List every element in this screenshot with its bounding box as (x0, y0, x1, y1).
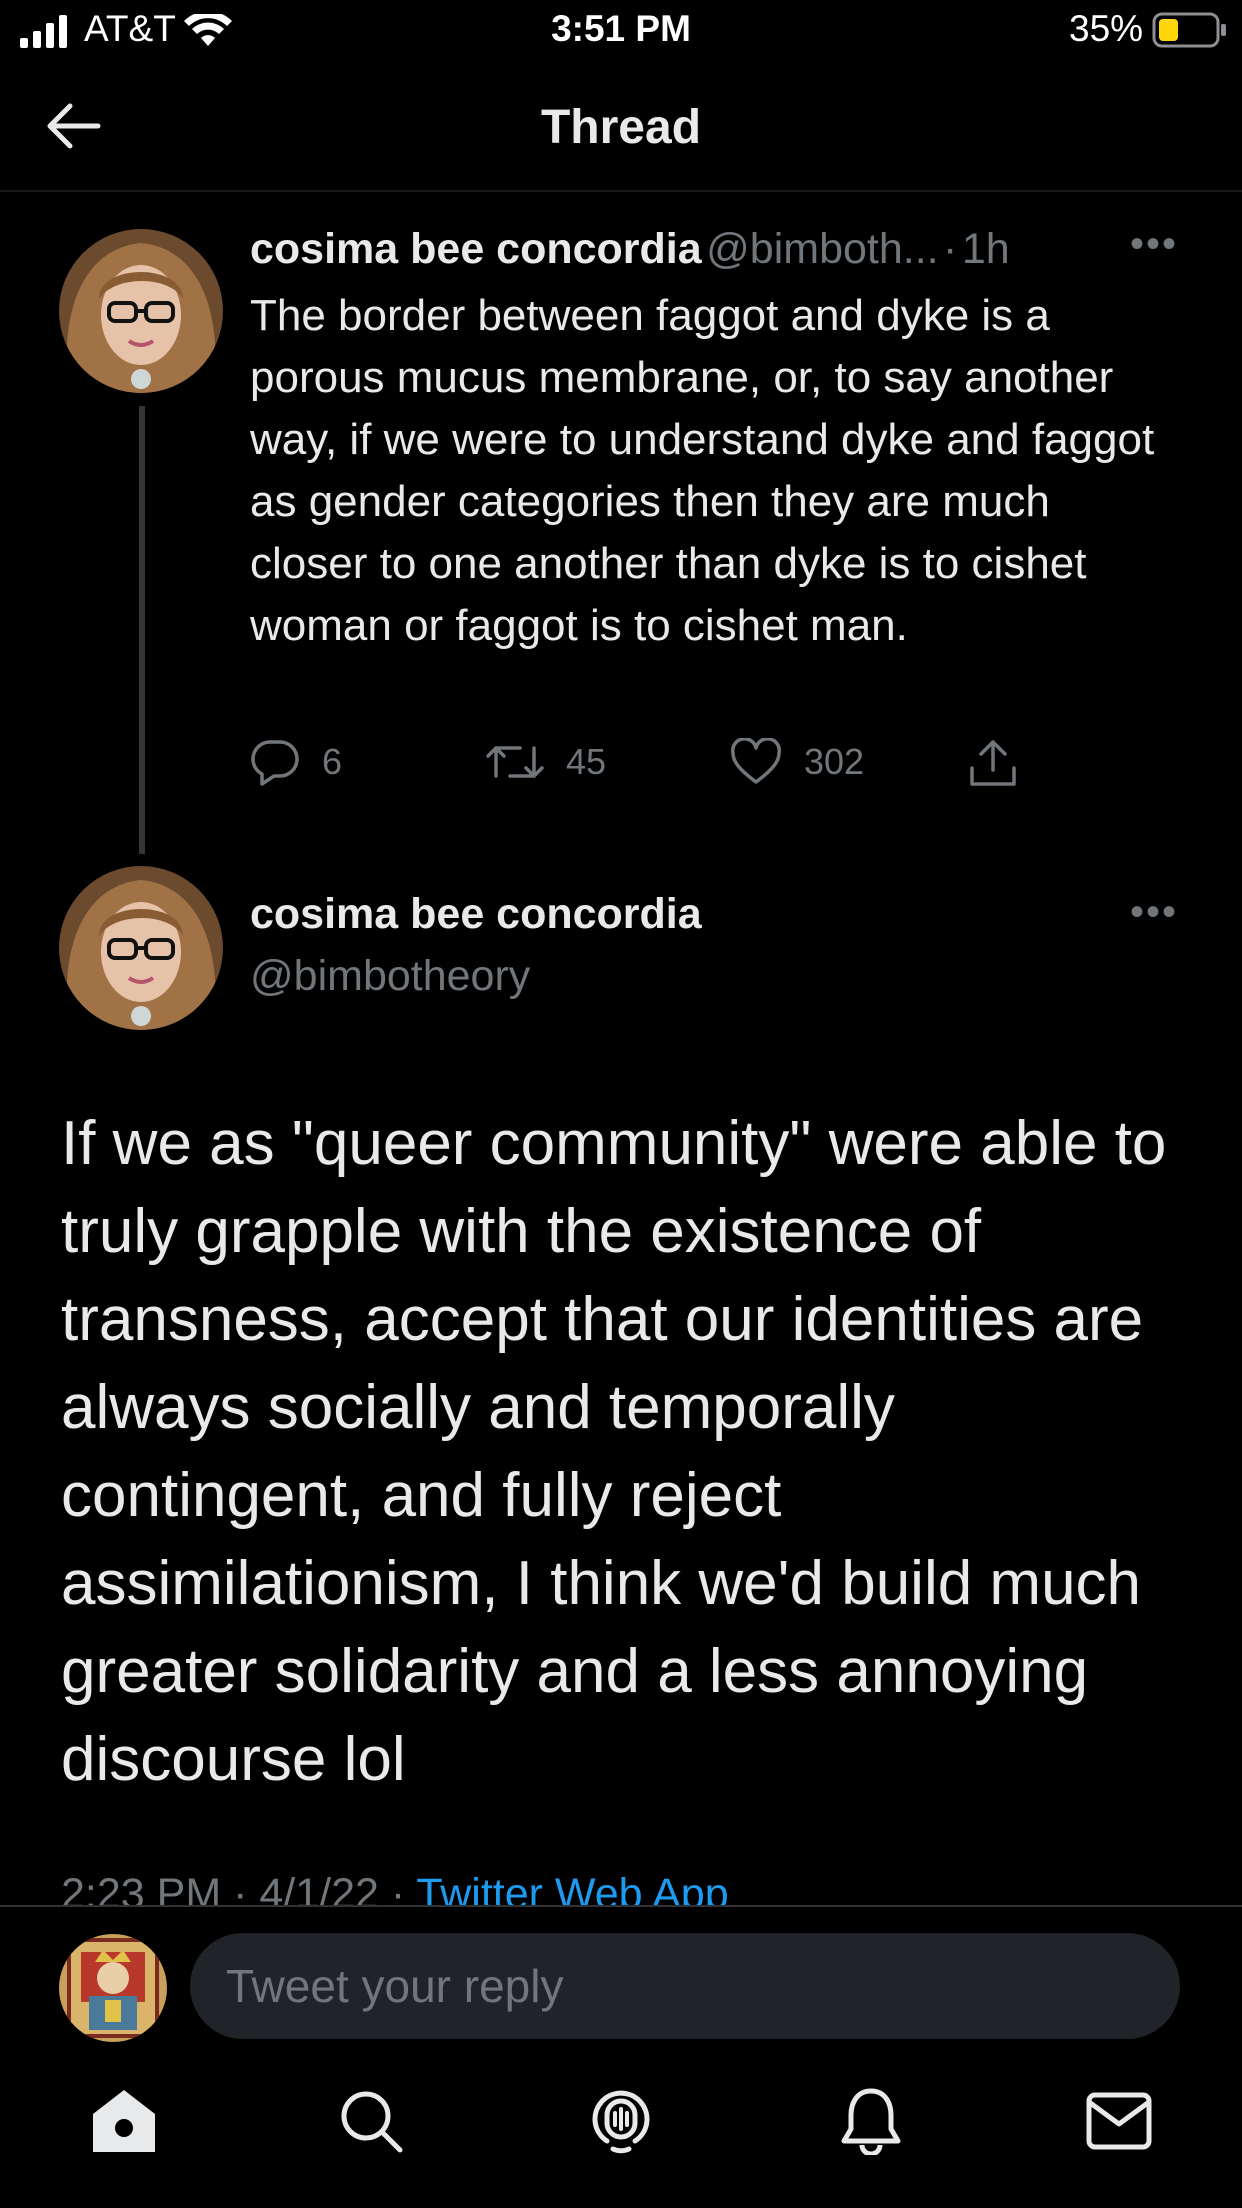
tab-messages[interactable] (1079, 2081, 1159, 2161)
avatar[interactable] (59, 229, 223, 393)
search-icon (341, 2091, 403, 2153)
like-count: 302 (804, 741, 865, 782)
more-options-icon[interactable]: ••• (1130, 222, 1178, 267)
author-name[interactable]: cosima bee concordia (250, 225, 702, 273)
home-icon (93, 2090, 155, 2152)
notifications-icon (841, 2088, 901, 2155)
status-bar: AT&T 3:51 PM 35% (0, 0, 1242, 62)
share-icon (970, 740, 1016, 786)
avatar[interactable] (59, 866, 223, 1030)
tab-search[interactable] (331, 2081, 411, 2161)
retweet-icon (486, 746, 544, 778)
reply-composer (0, 1905, 1242, 2047)
reply-button[interactable]: 6 (250, 738, 342, 786)
main-tweet-text: If we as "queer community" were able to … (61, 1109, 1167, 1794)
current-user-avatar[interactable] (59, 1934, 167, 2042)
tweet-text: The border between faggot and dyke is a … (250, 291, 1155, 650)
tab-notifications[interactable] (831, 2081, 911, 2161)
author-handle[interactable]: @bimboth... (706, 225, 938, 273)
share-button[interactable] (968, 738, 1040, 788)
tab-home[interactable] (84, 2081, 164, 2161)
reply-input[interactable] (190, 1933, 1180, 2039)
battery-icon (1152, 12, 1226, 48)
spaces-icon (592, 2090, 650, 2154)
like-button[interactable]: 302 (730, 738, 864, 786)
status-time: 3:51 PM (551, 8, 691, 49)
thread-header: Thread (0, 62, 1242, 192)
battery-percent: 35% (1069, 8, 1144, 49)
reply-count: 6 (322, 741, 343, 782)
more-options-icon[interactable]: ••• (1130, 890, 1178, 935)
tweet-header: cosima bee concordia @bimboth... · 1h (250, 225, 1010, 274)
tab-spaces[interactable] (581, 2081, 661, 2161)
reply-icon (251, 740, 299, 786)
messages-icon (1086, 2092, 1152, 2150)
retweet-button[interactable]: 45 (486, 738, 606, 786)
bottom-tab-bar (0, 2045, 1242, 2208)
page-title: Thread (540, 101, 702, 154)
separator-dot: · (943, 225, 958, 273)
thread-connector-line (139, 406, 145, 854)
tweet-time: 1h (961, 225, 1010, 273)
heart-icon (730, 738, 782, 784)
retweet-count: 45 (566, 741, 607, 782)
author-handle[interactable]: @bimbotheory (250, 952, 530, 1001)
tweet-actions: 6 45 302 (250, 738, 1070, 794)
author-name[interactable]: cosima bee concordia (250, 890, 702, 939)
